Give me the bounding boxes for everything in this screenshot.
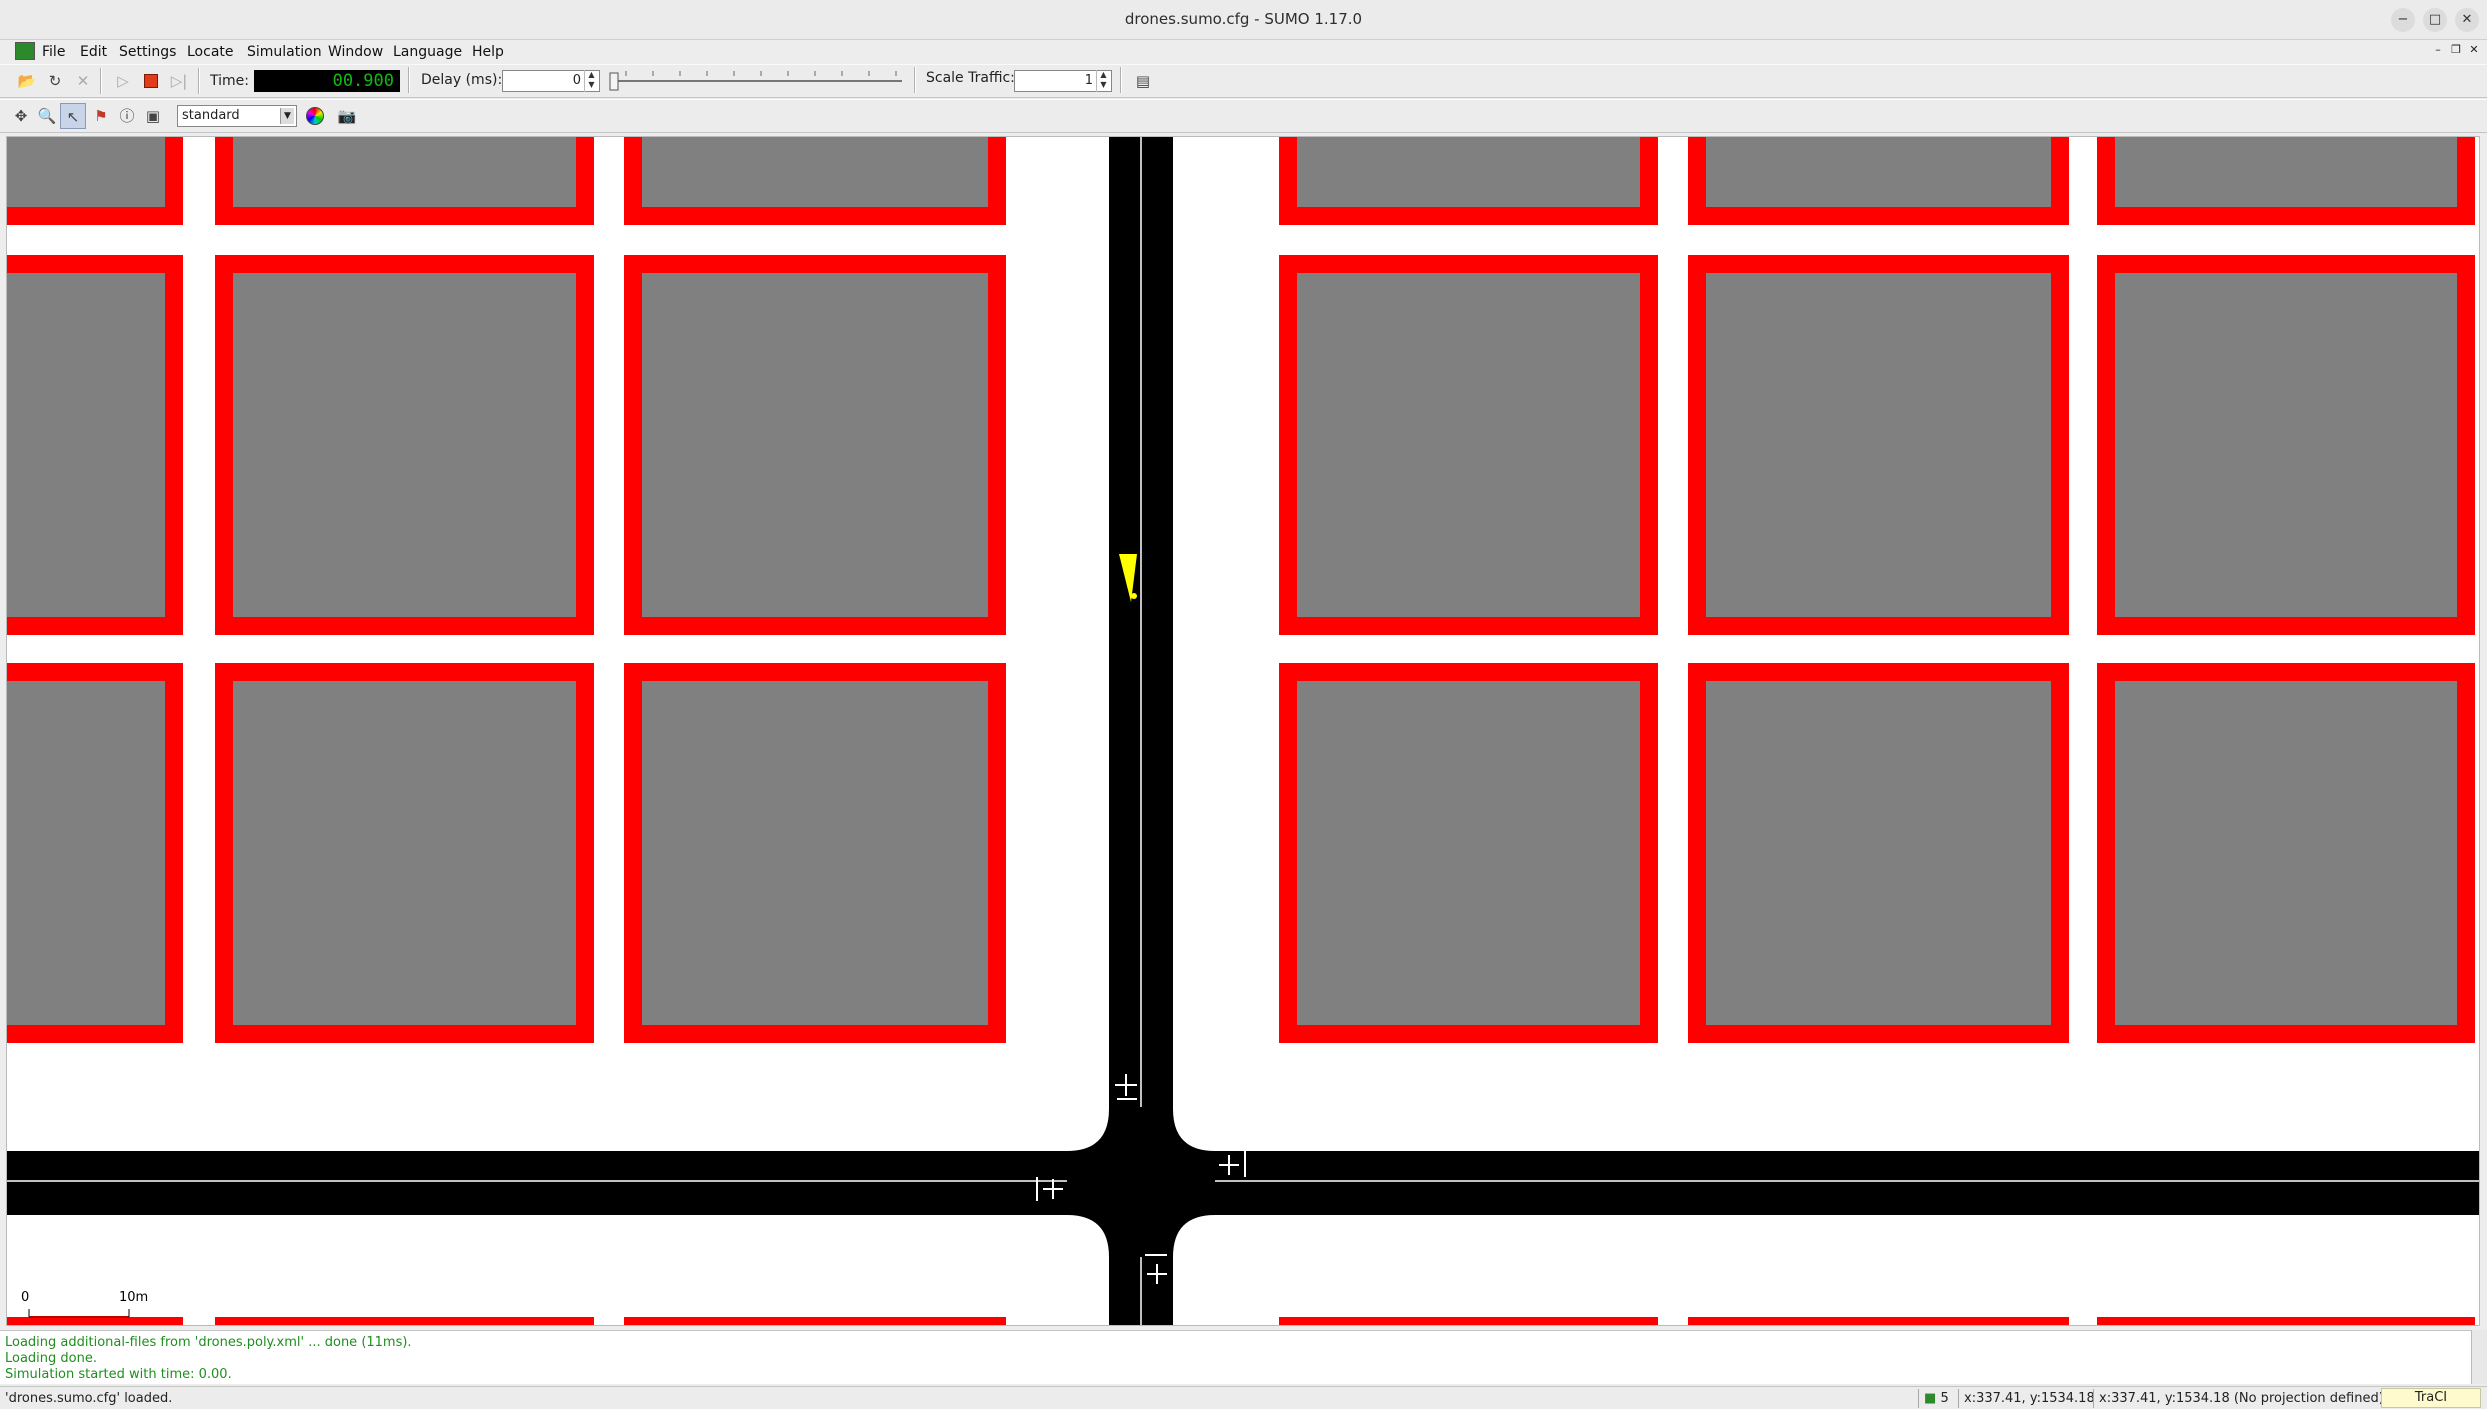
edit-view-icon[interactable]: ▣: [140, 103, 166, 129]
menu-language[interactable]: Language: [393, 44, 462, 60]
close-sim-icon[interactable]: ✕: [70, 68, 96, 94]
status-message: 'drones.sumo.cfg' loaded.: [5, 1391, 173, 1406]
building-polygon[interactable]: [624, 663, 1006, 1043]
toolbar-separator: [198, 68, 200, 94]
open-folder-icon[interactable]: 📂: [14, 68, 40, 94]
delay-slider[interactable]: [606, 68, 906, 94]
status-bar: 'drones.sumo.cfg' loaded. ■ 5 x:337.41, …: [0, 1386, 2487, 1409]
menu-help[interactable]: Help: [472, 44, 504, 60]
color-scheme-select[interactable]: standard ▼: [177, 105, 297, 127]
scale-spinner-icon[interactable]: ▲ ▼: [1096, 70, 1110, 92]
maximize-button[interactable]: □: [2423, 8, 2447, 32]
toolbar-separator: [100, 68, 102, 94]
building-polygon[interactable]: [1688, 255, 2069, 635]
mdi-close-icon[interactable]: ✕: [2466, 42, 2482, 58]
minimize-button[interactable]: −: [2391, 8, 2415, 32]
cursor-coords: x:337.41, y:1534.18: [1958, 1389, 2095, 1408]
inspect-icon[interactable]: ⓘ: [114, 103, 140, 129]
vehicle-count-value: 5: [1940, 1391, 1949, 1406]
time-label: Time:: [210, 73, 249, 89]
toolbar-separator: [408, 67, 410, 93]
building-polygon[interactable]: [1279, 663, 1658, 1043]
car-icon: ■: [1924, 1391, 1937, 1406]
step-icon[interactable]: ▷|: [166, 68, 192, 94]
building-polygon[interactable]: [2097, 137, 2475, 225]
color-wheel-icon[interactable]: [306, 107, 324, 125]
mdi-restore-icon[interactable]: ❐: [2448, 42, 2464, 58]
cursor-geo-coords: x:337.41, y:1534.18 (No projection defin…: [2093, 1389, 2384, 1408]
window-tile-icon[interactable]: ▤: [1130, 68, 1156, 94]
menu-edit[interactable]: Edit: [80, 44, 107, 60]
menu-file[interactable]: File: [42, 44, 65, 60]
menu-window[interactable]: Window: [328, 44, 383, 60]
select-icon[interactable]: ↖: [60, 103, 86, 129]
vehicle-count: ■ 5: [1918, 1389, 1958, 1408]
play-icon[interactable]: ▷: [110, 68, 136, 94]
chevron-down-icon[interactable]: ▼: [280, 108, 294, 124]
message-scrollbar[interactable]: [2471, 1330, 2487, 1384]
network-view[interactable]: 0 10m: [6, 136, 2480, 1326]
recenter-icon[interactable]: ✥: [8, 103, 34, 129]
mdi-minimize-icon[interactable]: –: [2430, 42, 2446, 58]
zoom-icon[interactable]: 🔍: [34, 103, 60, 129]
delay-label: Delay (ms):: [421, 72, 503, 88]
scale-bar-start: 0: [21, 1290, 29, 1305]
view-toolbar: ✥ 🔍 ↖ ⚑ ⓘ ▣: [0, 99, 2487, 133]
building-polygon[interactable]: [624, 137, 1006, 225]
delay-spinner-icon[interactable]: ▲ ▼: [584, 70, 598, 92]
building-polygon[interactable]: [2097, 663, 2475, 1043]
traci-indicator: TraCI: [2381, 1388, 2481, 1408]
color-scheme-value: standard: [182, 108, 240, 123]
scale-bar-end: 10m: [119, 1290, 148, 1305]
window-titlebar: drones.sumo.cfg - SUMO 1.17.0 − □ ✕: [0, 0, 2487, 40]
building-polygon[interactable]: [7, 663, 183, 1043]
network-canvas[interactable]: 0 10m: [7, 137, 2480, 1326]
message-line: Loading done.: [5, 1351, 97, 1366]
menu-bar: File Edit Settings Locate Simulation Win…: [0, 40, 2487, 64]
building-polygon[interactable]: [215, 663, 594, 1043]
building-polygon[interactable]: [1279, 255, 1658, 635]
building-polygon[interactable]: [7, 137, 183, 225]
scale-traffic-label: Scale Traffic:: [926, 70, 1015, 86]
building-polygon[interactable]: [1688, 663, 2069, 1043]
message-line: Loading additional-files from 'drones.po…: [5, 1335, 412, 1350]
menu-settings[interactable]: Settings: [119, 44, 176, 60]
building-polygon[interactable]: [215, 255, 594, 635]
window-title: drones.sumo.cfg - SUMO 1.17.0: [1124, 10, 1363, 28]
reload-icon[interactable]: ↻: [42, 68, 68, 94]
message-line: Simulation started with time: 0.00.: [5, 1367, 232, 1382]
close-button[interactable]: ✕: [2455, 8, 2479, 32]
message-panel: Loading additional-files from 'drones.po…: [0, 1330, 2487, 1384]
menu-locate[interactable]: Locate: [187, 44, 234, 60]
building-polygon[interactable]: [7, 255, 183, 635]
building-polygon[interactable]: [2097, 255, 2475, 635]
stop-icon[interactable]: [138, 68, 164, 94]
locate-icon[interactable]: ⚑: [88, 103, 114, 129]
menu-simulation[interactable]: Simulation: [247, 44, 322, 60]
toolbar-separator: [914, 67, 916, 93]
building-polygon[interactable]: [1688, 137, 2069, 225]
camera-icon[interactable]: 📷: [334, 103, 360, 129]
toolbar-separator: [1120, 67, 1122, 93]
building-polygon[interactable]: [1279, 137, 1658, 225]
building-polygon[interactable]: [624, 255, 1006, 635]
time-display: 00.900: [254, 70, 400, 92]
building-polygon[interactable]: [215, 137, 594, 225]
scale-bar: 0 10m: [21, 1290, 148, 1318]
sumo-app-icon[interactable]: [15, 42, 35, 60]
